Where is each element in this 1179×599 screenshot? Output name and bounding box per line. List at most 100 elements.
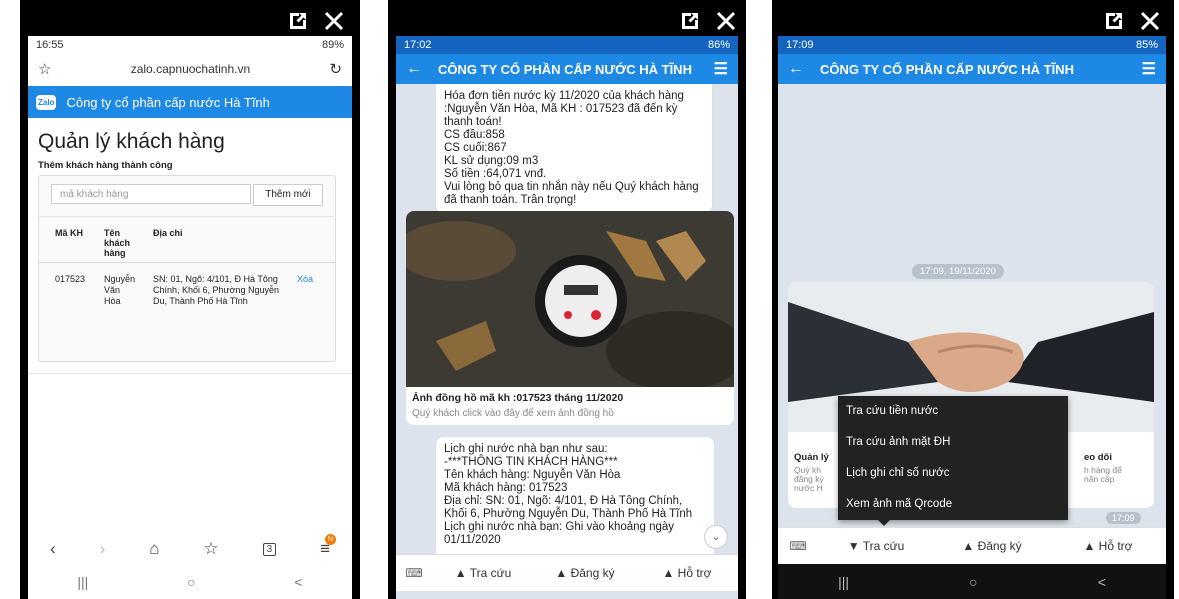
tabs-count: 3 [266, 543, 273, 555]
phone-panel-chat-menu: 17:09 85% ← CÔNG TY CỔ PHẦN CẤP NƯỚC HÀ … [772, 0, 1174, 599]
menu-support[interactable]: ▲ Hỗ trợ [1050, 539, 1166, 553]
chat-header: ← CÔNG TY CỔ PHẦN CẤP NƯỚC HÀ TĨNH ☰ [396, 54, 738, 84]
lookup-popup-menu: Tra cứu tiền nước Tra cứu ảnh mặt ĐH Lịc… [838, 396, 1068, 520]
success-message: Thêm khách hàng thành công [38, 160, 173, 171]
table-row: 017523 Nguyễn Văn Hòa SN: 01, Ngõ: 4/101… [39, 266, 335, 346]
phone-screen: 17:02 86% ← CÔNG TY CỔ PHẦN CẤP NƯỚC HÀ … [396, 36, 738, 599]
menu-icon[interactable]: ≡ N [320, 534, 337, 559]
scroll-down-icon[interactable]: ⌄ [704, 525, 728, 549]
open-external-icon[interactable] [678, 9, 702, 33]
menu-lookup[interactable]: ▲ Tra cứu [432, 566, 534, 580]
photo-caption: Ảnh đồng hồ mã kh :017523 tháng 11/2020 [412, 392, 624, 404]
popup-item-qrcode[interactable]: Xem ảnh mã Qrcode [838, 489, 1068, 520]
cell-name: Nguyễn Văn Hòa [104, 274, 136, 306]
cell-address: SN: 01, Ngõ: 4/101, Đ Hà Tông Chính, Khố… [153, 274, 280, 306]
back-arrow-icon[interactable]: ← [788, 60, 804, 78]
browser-toolbar: ‹ › ⌂ ☆ 3 ≡ N [28, 534, 352, 564]
home-nav-icon[interactable]: ○ [187, 574, 195, 590]
site-title: Công ty cổ phần cấp nước Hà Tĩnh [66, 94, 270, 110]
browser-url-bar: ☆ zalo.capnuochatinh.vn ↻ [28, 54, 352, 84]
phone-screen: 17:09 85% ← CÔNG TY CỔ PHẦN CẤP NƯỚC HÀ … [778, 36, 1166, 599]
bookmarks-icon[interactable]: ☆ [203, 539, 218, 559]
open-external-icon[interactable] [286, 9, 310, 33]
external-controls [678, 6, 738, 36]
url-text[interactable]: zalo.capnuochatinh.vn [131, 62, 250, 76]
meter-photo-card[interactable]: Ảnh đồng hồ mã kh :017523 tháng 11/2020 … [406, 211, 734, 425]
menu-support[interactable]: ▲ Hỗ trợ [636, 566, 738, 580]
tabs-icon[interactable]: 3 [262, 542, 277, 556]
open-external-icon[interactable] [1102, 9, 1126, 33]
status-bar: 17:09 85% [778, 36, 1166, 54]
back-arrow-icon[interactable]: ‹ [50, 539, 56, 559]
card-right-text: h hàng để năn cấp [1084, 465, 1122, 484]
chat-header: ← CÔNG TY CỔ PHẦN CẤP NƯỚC HÀ TĨNH ☰ [778, 54, 1166, 84]
chat-bottom-menu: ⌨ ▼ Tra cứu ▲ Đăng ký ▲ Hỗ trợ [778, 527, 1166, 564]
add-new-button[interactable]: Thêm mới [253, 184, 323, 206]
star-icon[interactable]: ☆ [38, 60, 51, 78]
customer-card: mã khách hàng Thêm mới Mã KH Tên khách h… [38, 175, 336, 362]
forward-arrow-icon[interactable]: › [100, 539, 106, 559]
zalo-logo-icon: Zalo [36, 94, 57, 110]
back-nav-icon[interactable]: < [1098, 574, 1106, 590]
chat-title: CÔNG TY CỔ PHẦN CẤP NƯỚC HÀ TĨNH [820, 61, 1074, 77]
chat-bottom-menu: ⌨ ▲ Tra cứu ▲ Đăng ký ▲ Hỗ trợ [396, 554, 738, 591]
menu-lookup[interactable]: ▼ Tra cứu [818, 539, 934, 553]
status-bar: 17:02 86% [396, 36, 738, 54]
battery-level: 85% [1135, 39, 1158, 51]
popup-item-water-bill[interactable]: Tra cứu tiền nước [838, 396, 1068, 427]
status-bar: 16:55 89% [28, 36, 352, 54]
back-nav-icon[interactable]: < [294, 574, 302, 590]
card-right-title: eo dõi [1084, 452, 1112, 463]
search-row: mã khách hàng Thêm mới [39, 176, 335, 217]
battery-level: 86% [707, 39, 730, 51]
menu-register[interactable]: ▲ Đăng ký [534, 566, 636, 580]
header-name: Tên khách hàng [104, 228, 131, 258]
close-icon[interactable] [1138, 9, 1162, 33]
timestamp-pill: 17:09, 19/11/2020 [912, 264, 1004, 279]
status-time: 17:09 [786, 39, 814, 51]
chat-title: CÔNG TY CỔ PHẦN CẤP NƯỚC HÀ TĨNH [438, 61, 692, 77]
system-nav-bar: ||| ○ < [28, 567, 352, 597]
input-placeholder: mã khách hàng [60, 189, 129, 200]
back-arrow-icon[interactable]: ← [406, 60, 422, 78]
phone-screen: 16:55 89% ☆ zalo.capnuochatinh.vn ↻ Zalo… [28, 36, 352, 599]
recent-apps-icon[interactable]: ||| [838, 574, 849, 590]
phone-panel-browser: 16:55 89% ☆ zalo.capnuochatinh.vn ↻ Zalo… [20, 0, 360, 599]
home-icon[interactable]: ⌂ [149, 539, 159, 559]
popup-pointer [878, 520, 890, 526]
customer-code-input[interactable]: mã khách hàng [51, 184, 251, 204]
divider [28, 373, 352, 374]
status-time: 17:02 [404, 39, 432, 51]
header-id: Mã KH [55, 228, 84, 238]
menu-list-icon[interactable]: ☰ [714, 59, 728, 79]
cell-id: 017523 [55, 274, 86, 284]
keyboard-icon[interactable]: ⌨ [396, 566, 432, 580]
close-icon[interactable] [714, 9, 738, 33]
menu-list-icon[interactable]: ☰ [1142, 59, 1156, 79]
phone-panel-chat-bill: 17:02 86% ← CÔNG TY CỔ PHẦN CẤP NƯỚC HÀ … [388, 0, 746, 599]
system-nav-bar: ||| ○ < [778, 564, 1166, 599]
popup-item-meter-photo[interactable]: Tra cứu ảnh mặt ĐH [838, 427, 1068, 458]
home-nav-icon[interactable]: ○ [969, 574, 977, 590]
table-header: Mã KH Tên khách hàng Địa chỉ [39, 224, 335, 263]
card-left-text: Quý kh đăng ký nước H [794, 465, 824, 493]
delete-link[interactable]: Xóa [297, 274, 313, 284]
external-controls [286, 6, 346, 36]
menu-register[interactable]: ▲ Đăng ký [934, 539, 1050, 553]
time-badge: 17:09 [1106, 512, 1141, 524]
reload-icon[interactable]: ↻ [329, 60, 342, 78]
close-icon[interactable] [322, 9, 346, 33]
popup-item-reading-schedule[interactable]: Lịch ghi chỉ số nước [838, 458, 1068, 489]
recent-apps-icon[interactable]: ||| [77, 574, 88, 590]
status-time: 16:55 [36, 39, 64, 51]
keyboard-icon[interactable]: ⌨ [778, 539, 818, 553]
battery-level: 89% [321, 39, 344, 51]
header-address: Địa chỉ [153, 228, 183, 238]
page-title: Quản lý khách hàng [38, 130, 225, 153]
photo-subcaption[interactable]: Quý khách click vào đây để xem ảnh đồng … [412, 408, 614, 419]
external-controls [1102, 6, 1162, 36]
site-header: Zalo Công ty cổ phần cấp nước Hà Tĩnh [28, 86, 352, 118]
bill-message: Hóa đơn tiền nước kỳ 11/2020 của khách h… [436, 84, 712, 213]
water-meter-photo[interactable] [406, 211, 734, 387]
card-left-title: Quản lý [794, 452, 829, 463]
